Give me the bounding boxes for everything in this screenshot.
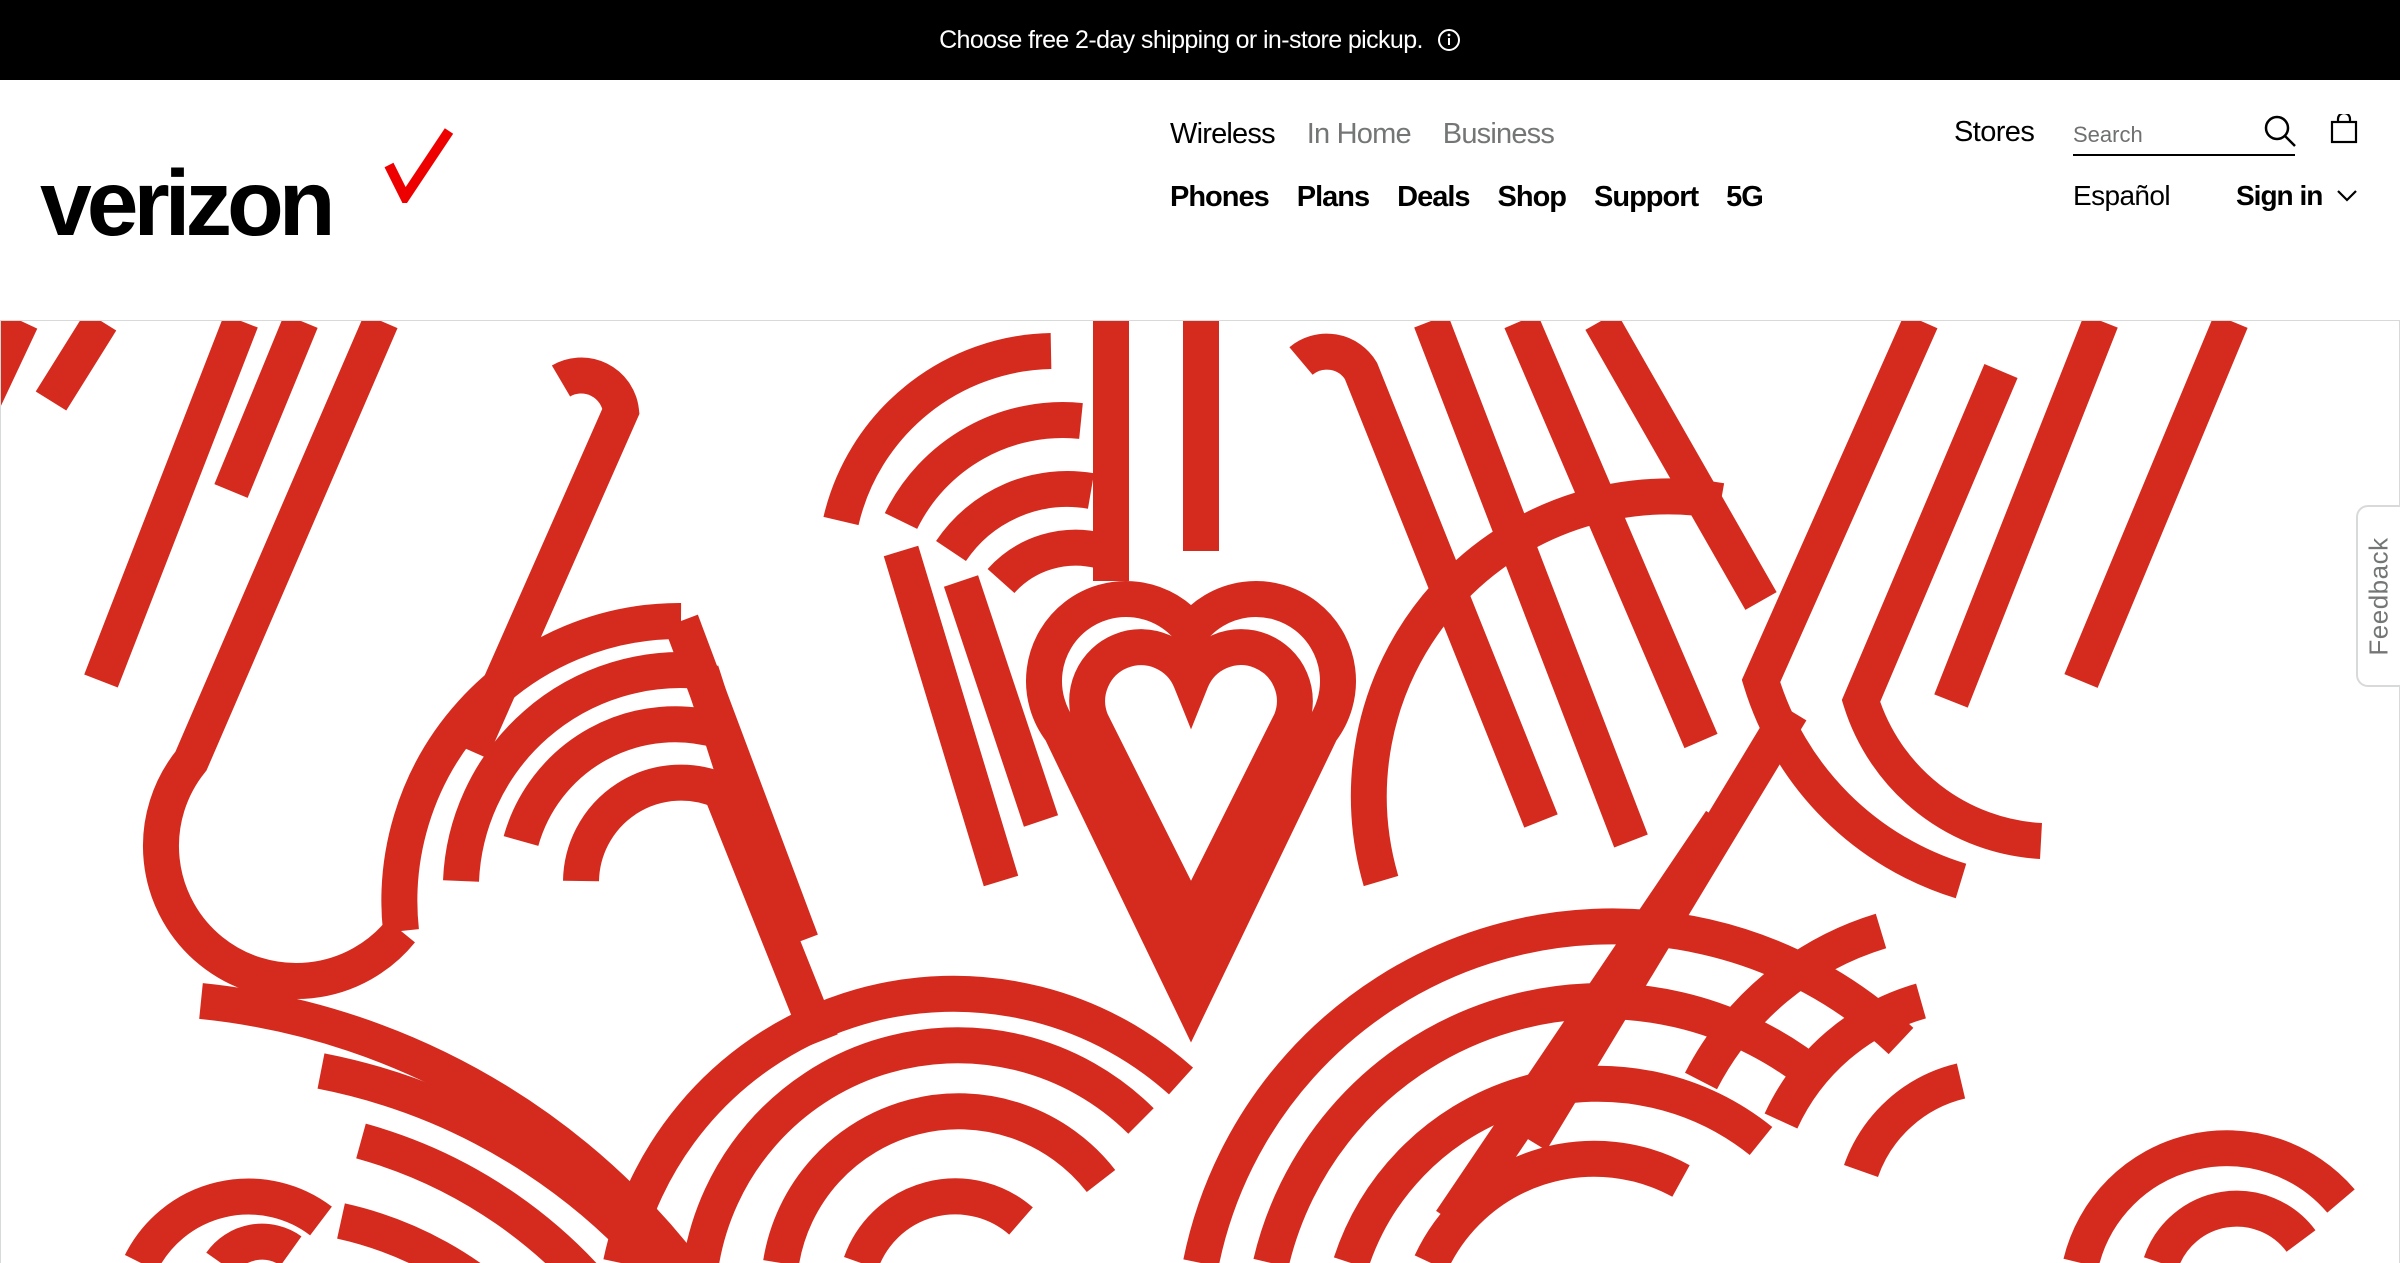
feedback-label: Feedback bbox=[2363, 536, 2394, 656]
shipping-banner: Choose free 2-day shipping or in-store p… bbox=[0, 0, 2400, 80]
site-header: verizon Wireless In Home Business Phones… bbox=[0, 80, 2400, 320]
feedback-tab[interactable]: Feedback bbox=[2356, 505, 2400, 687]
checkmark-icon bbox=[384, 128, 454, 203]
nav-plans[interactable]: Plans bbox=[1297, 181, 1370, 214]
nav-5g[interactable]: 5G bbox=[1726, 181, 1764, 214]
banner-text: Choose free 2-day shipping or in-store p… bbox=[939, 25, 1423, 54]
hero-banner[interactable] bbox=[0, 320, 2400, 1263]
chevron-down-icon bbox=[2337, 190, 2358, 202]
sign-in-label: Sign in bbox=[2236, 180, 2323, 211]
search-box bbox=[2073, 114, 2297, 156]
nav-support[interactable]: Support bbox=[1594, 181, 1699, 214]
segment-business[interactable]: Business bbox=[1443, 118, 1555, 151]
segment-wireless[interactable]: Wireless bbox=[1170, 118, 1276, 151]
segment-in-home[interactable]: In Home bbox=[1307, 118, 1412, 151]
sign-in-button[interactable]: Sign in bbox=[2236, 180, 2358, 212]
stores-link[interactable]: Stores bbox=[1954, 116, 2035, 149]
espanol-link[interactable]: Español bbox=[2073, 180, 2171, 212]
search-input[interactable] bbox=[2073, 120, 2253, 150]
nav-shop[interactable]: Shop bbox=[1498, 181, 1567, 214]
search-icon[interactable] bbox=[2263, 114, 2297, 148]
nav-deals[interactable]: Deals bbox=[1397, 181, 1470, 214]
info-icon[interactable] bbox=[1437, 28, 1461, 52]
shopping-bag-icon[interactable] bbox=[2330, 114, 2358, 144]
red-line-pattern-artwork bbox=[1, 321, 2355, 1263]
main-nav: Phones Plans Deals Shop Support 5G bbox=[1170, 181, 1764, 214]
logo-wordmark: verizon bbox=[40, 151, 336, 255]
segment-nav: Wireless In Home Business bbox=[1170, 118, 1555, 151]
nav-phones[interactable]: Phones bbox=[1170, 181, 1270, 214]
